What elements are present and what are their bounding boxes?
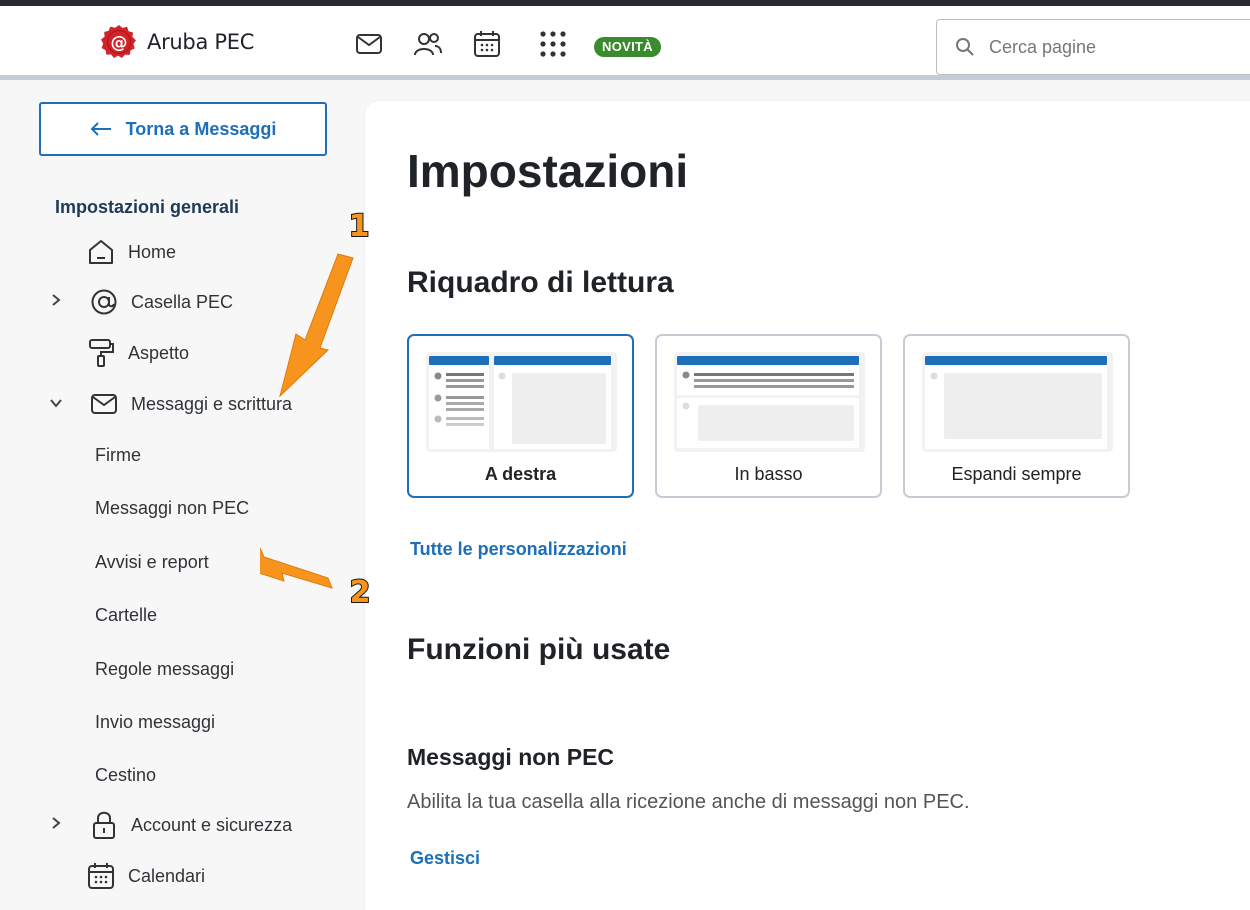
back-button-label: Torna a Messaggi — [125, 118, 277, 139]
option-label: A destra — [484, 464, 557, 484]
search-icon — [956, 38, 974, 56]
paint-roller-icon — [86, 338, 116, 368]
layout-expand-preview-icon — [922, 352, 1113, 452]
chevron-down-icon[interactable] — [46, 395, 66, 413]
layout-right-preview-icon — [426, 352, 617, 452]
all-customizations-link[interactable]: Tutte le personalizzazioni — [410, 539, 627, 560]
sidebar-item-casella-pec[interactable]: Casella PEC — [0, 285, 340, 319]
sidebar-subitem-avvisi-report[interactable]: Avvisi e report — [95, 552, 209, 573]
lock-icon — [89, 810, 119, 840]
reading-pane-heading: Riquadro di lettura — [407, 266, 674, 299]
sidebar-subitem-regole-messaggi[interactable]: Regole messaggi — [95, 659, 234, 680]
sidebar-subitem-cartelle[interactable]: Cartelle — [95, 605, 157, 626]
mail-icon[interactable] — [353, 28, 385, 60]
option-label: Espandi sempre — [951, 464, 1082, 484]
sidebar-subitem-invio-messaggi[interactable]: Invio messaggi — [95, 712, 215, 733]
sidebar-item-label: Casella PEC — [131, 291, 234, 312]
apps-grid-icon[interactable] — [537, 28, 569, 60]
settings-sidebar: Torna a Messaggi Impostazioni generali H… — [0, 80, 365, 910]
arrow-left-icon — [90, 122, 111, 136]
reading-pane-option-right[interactable]: A destra — [407, 334, 634, 498]
manage-link[interactable]: Gestisci — [410, 848, 480, 869]
brand-name: Aruba PEC — [147, 30, 255, 54]
non-pec-description: Abilita la tua casella alla ricezione an… — [407, 791, 970, 813]
sidebar-item-calendari[interactable]: Calendari — [0, 859, 340, 893]
brand-logo[interactable]: @ Aruba PEC — [101, 24, 254, 60]
sidebar-item-label: Account e sicurezza — [131, 814, 293, 835]
calendar-icon[interactable] — [471, 28, 503, 60]
sidebar-subitem-cestino[interactable]: Cestino — [95, 765, 156, 786]
search-input[interactable] — [989, 36, 1249, 58]
chevron-right-icon[interactable] — [46, 293, 66, 312]
sidebar-item-label: Messaggi e scrittura — [131, 393, 293, 414]
sidebar-subitem-firme[interactable]: Firme — [95, 445, 141, 466]
most-used-heading: Funzioni più usate — [407, 633, 671, 666]
layout-bottom-preview-icon — [674, 352, 865, 452]
sidebar-subitem-messaggi-non-pec[interactable]: Messaggi non PEC — [95, 498, 249, 519]
search-box[interactable] — [936, 19, 1250, 75]
sidebar-item-label: Home — [128, 241, 177, 262]
sidebar-item-label: Calendari — [128, 865, 206, 886]
option-label: In basso — [734, 464, 803, 484]
top-header: @ Aruba PEC NOVITÀ — [0, 6, 1250, 76]
at-icon — [89, 287, 119, 317]
news-badge[interactable]: NOVITÀ — [594, 37, 661, 57]
reading-pane-option-expand[interactable]: Espandi sempre — [903, 334, 1130, 498]
section-title: Impostazioni generali — [55, 197, 240, 217]
calendar-icon — [86, 861, 116, 891]
non-pec-heading: Messaggi non PEC — [407, 744, 615, 770]
sidebar-item-label: Aspetto — [128, 342, 190, 363]
back-to-messages-button[interactable]: Torna a Messaggi — [39, 102, 327, 156]
chevron-right-icon[interactable] — [46, 816, 66, 835]
sidebar-item-aspetto[interactable]: Aspetto — [0, 336, 340, 370]
sidebar-item-home[interactable]: Home — [0, 235, 340, 269]
page-title: Impostazioni — [407, 145, 689, 197]
seal-logo-icon: @ — [101, 25, 136, 58]
envelope-icon — [89, 389, 119, 419]
settings-panel — [365, 101, 1250, 910]
home-icon — [86, 237, 116, 267]
contacts-icon[interactable] — [412, 28, 444, 60]
sidebar-item-messaggi-scrittura[interactable]: Messaggi e scrittura — [0, 387, 340, 421]
reading-pane-option-bottom[interactable]: In basso — [655, 334, 882, 498]
svg-text:@: @ — [111, 33, 128, 53]
sidebar-item-account-sicurezza[interactable]: Account e sicurezza — [0, 808, 340, 842]
